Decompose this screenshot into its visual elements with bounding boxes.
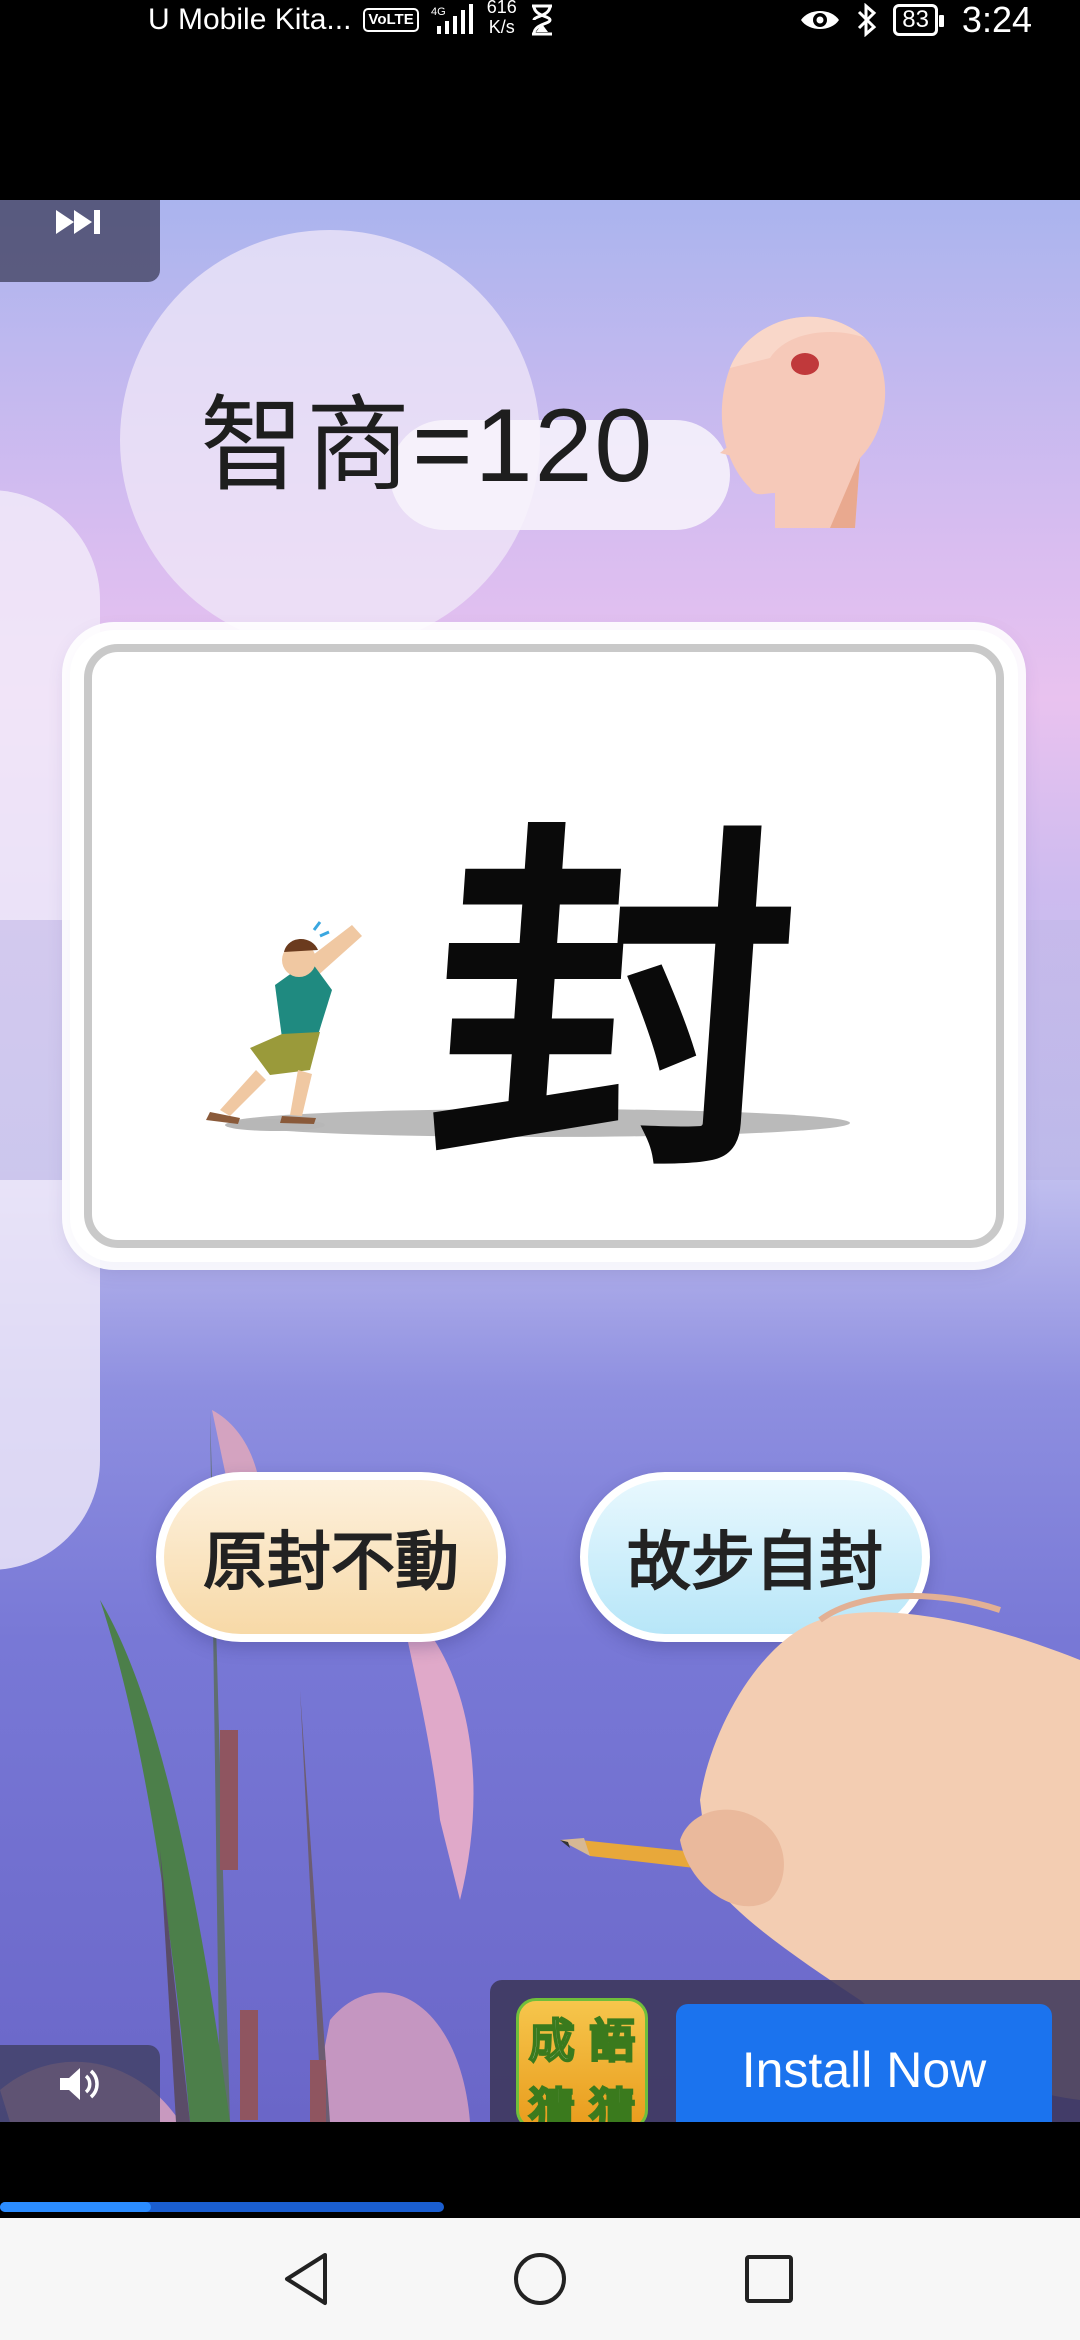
back-triangle-icon [285, 2253, 327, 2305]
puzzle-illustration: 封 [206, 796, 850, 1216]
battery-indicator: 83 [893, 4, 944, 36]
navigation-bar [0, 2218, 1080, 2340]
pushing-man-icon [206, 921, 362, 1131]
volume-icon [60, 2067, 99, 2100]
network-speed-value: 616 [486, 0, 517, 17]
home-circle-icon [514, 2253, 566, 2305]
app-icon-char: 語 [588, 2013, 636, 2069]
status-right: 83 3:24 [799, 0, 1032, 40]
iq-score-text: 智商=120 [200, 388, 655, 504]
back-button[interactable] [272, 2244, 342, 2314]
volte-badge: VoLTE [363, 8, 419, 32]
network-speed: 616 K/s [487, 0, 517, 37]
eye-icon [801, 11, 840, 29]
answer-option-1[interactable]: 原封不動 [156, 1472, 506, 1642]
ad-progress-bar [0, 2202, 444, 2212]
app-icon-char: 猜 [588, 2082, 636, 2122]
install-banner: 成 語 猜 猜 Install Now [490, 1980, 1080, 2122]
recents-square-icon [745, 2255, 793, 2303]
head-illustration [720, 316, 886, 528]
app-icon-char: 成 [528, 2013, 576, 2069]
clock: 3:24 [961, 0, 1032, 40]
status-bar: U Mobile Kita... VoLTE 4G 616 K/s 83 3:2… [0, 0, 1080, 200]
puzzle-character: 封 [419, 796, 808, 1215]
network-speed-unit: K/s [488, 17, 515, 37]
ad-video[interactable]: 智商=120 封 原封不動 故步自封 成 語 猜 猜 Install Now [0, 200, 1080, 2122]
skip-button[interactable] [0, 200, 160, 282]
sound-button[interactable] [0, 2045, 160, 2122]
home-button[interactable] [505, 2244, 575, 2314]
signal-icon: 4G [431, 4, 473, 34]
bluetooth-icon [858, 3, 877, 37]
ad-progress-fill [0, 2202, 151, 2212]
app-icon[interactable]: 成 語 猜 猜 [516, 1998, 648, 2122]
skip-forward-icon [56, 210, 100, 234]
puzzle-card: 封 [70, 630, 1018, 1262]
status-left: U Mobile Kita... VoLTE 4G 616 K/s [148, 0, 555, 40]
install-now-button[interactable]: Install Now [676, 2004, 1052, 2122]
carrier-name: U Mobile Kita... [148, 3, 352, 36]
recents-button[interactable] [734, 2244, 804, 2314]
network-type: 4G [431, 6, 446, 18]
hourglass-icon [531, 4, 552, 36]
app-icon-char: 猜 [528, 2082, 576, 2122]
